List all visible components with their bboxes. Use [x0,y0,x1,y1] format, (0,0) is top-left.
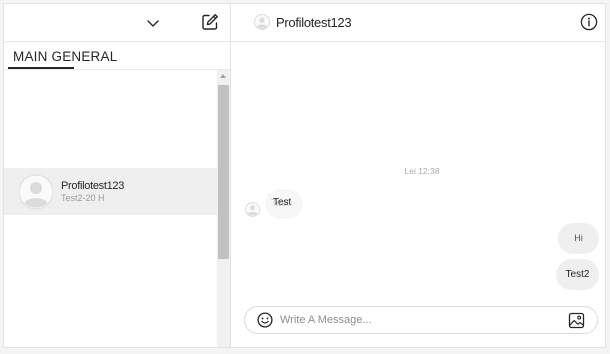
chevron-down-icon[interactable] [146,16,160,30]
message-text: Hi [574,233,583,243]
compose-icon[interactable] [201,13,219,31]
conversation-sidebar: MAIN GENERAL Profilotest123 Test2-20 H [4,4,231,347]
tab-main-general[interactable]: MAIN GENERAL [10,42,120,69]
message-timestamp: Lei 12:38 [404,166,440,176]
chat-panel: Profilotest123 Lei 12:38 Test Test Hi Te… [231,4,605,347]
scrollbar[interactable] [217,70,230,347]
incoming-message-bubble[interactable]: Test Test [265,189,303,219]
info-icon[interactable] [580,13,598,31]
avatar[interactable] [254,14,270,30]
active-tab-indicator [8,67,74,69]
conversation-preview: Test2-20 H [61,193,105,203]
avatar [18,174,54,210]
chat-header: Profilotest123 [231,4,605,42]
outgoing-message-bubble[interactable]: Hi [558,223,599,254]
conversation-name: Profilotest123 [61,180,125,192]
sidebar-header [4,4,230,42]
conversation-list: Profilotest123 Test2-20 H [4,70,217,347]
image-icon[interactable] [568,312,585,329]
message-composer [244,306,598,334]
scroll-up-arrow[interactable] [220,74,226,78]
message-input[interactable] [280,311,550,329]
conversation-item[interactable]: Profilotest123 Test2-20 H [4,168,217,215]
direct-messages-window: MAIN GENERAL Profilotest123 Test2-20 H P… [3,3,606,348]
chat-recipient-name[interactable]: Profilotest123 [276,15,352,30]
emoji-icon[interactable] [257,312,273,328]
avatar [245,202,260,217]
outgoing-message-bubble[interactable]: Test2 [556,259,599,290]
message-text: Test2 [565,269,590,280]
scrollbar-thumb[interactable] [218,85,229,259]
message-text: Test [273,197,292,208]
tab-bar: MAIN GENERAL [4,42,230,70]
